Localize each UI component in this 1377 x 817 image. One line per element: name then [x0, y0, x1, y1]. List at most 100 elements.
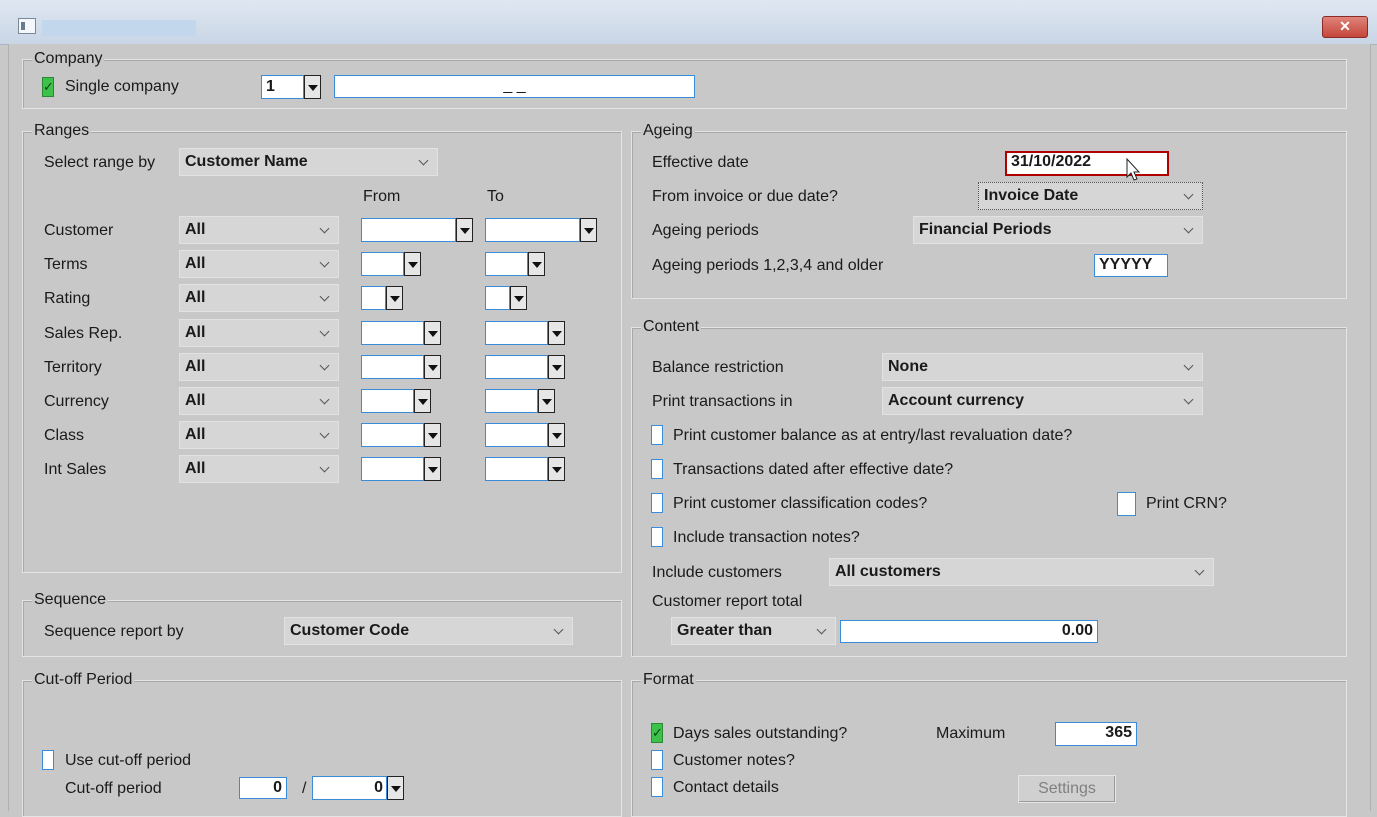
range-from-territory-dropdown-icon[interactable] [424, 355, 441, 379]
range-label-terms: Terms [44, 256, 88, 273]
range-combo-sales-rep[interactable]: All [179, 319, 339, 347]
company-number-lookup[interactable]: 1 [261, 75, 321, 99]
range-combo-currency[interactable]: All [179, 387, 339, 415]
range-from-terms-dropdown-icon[interactable] [404, 252, 421, 276]
range-from-terms-field[interactable] [361, 252, 404, 276]
window-icon[interactable] [18, 18, 36, 34]
range-from-currency-dropdown-icon[interactable] [414, 389, 431, 413]
range-from-territory-field[interactable] [361, 355, 424, 379]
range-from-class-field[interactable] [361, 423, 424, 447]
range-from-rating-field[interactable] [361, 286, 386, 310]
range-to-customer[interactable] [485, 218, 597, 242]
include-customers-combo[interactable]: All customers [829, 558, 1214, 586]
title-bar [0, 0, 1377, 45]
range-to-terms-field[interactable] [485, 252, 528, 276]
range-to-territory-field[interactable] [485, 355, 548, 379]
range-from-currency-field[interactable] [361, 389, 414, 413]
range-to-class[interactable] [485, 423, 565, 447]
classification-codes-label: Print customer classification codes? [673, 495, 928, 512]
range-to-sales-rep-dropdown-icon[interactable] [548, 321, 565, 345]
ageing-older-field[interactable]: YYYYY [1094, 254, 1168, 277]
range-label-territory: Territory [44, 359, 102, 376]
range-from-terms[interactable] [361, 252, 421, 276]
range-from-class-dropdown-icon[interactable] [424, 423, 441, 447]
transaction-notes-checkbox[interactable] [651, 527, 663, 547]
range-to-terms[interactable] [485, 252, 545, 276]
range-to-territory-dropdown-icon[interactable] [548, 355, 565, 379]
range-from-sales-rep-field[interactable] [361, 321, 424, 345]
classification-codes-checkbox[interactable] [651, 493, 663, 513]
range-from-int-sales[interactable] [361, 457, 441, 481]
cutoff-period-field[interactable]: 0 [239, 777, 287, 799]
report-total-operator-combo[interactable]: Greater than [671, 617, 836, 645]
cutoff-year-dropdown-icon[interactable] [387, 776, 404, 800]
range-from-customer-field[interactable] [361, 218, 456, 242]
single-company-checkbox[interactable]: ✓ [42, 77, 54, 97]
range-to-customer-dropdown-icon[interactable] [580, 218, 597, 242]
range-from-class[interactable] [361, 423, 441, 447]
balance-restriction-combo[interactable]: None [882, 353, 1203, 381]
customer-notes-checkbox[interactable] [651, 750, 663, 770]
range-to-customer-field[interactable] [485, 218, 580, 242]
after-effective-checkbox[interactable] [651, 459, 663, 479]
select-range-combo[interactable]: Customer Name [179, 148, 438, 176]
range-to-int-sales[interactable] [485, 457, 565, 481]
use-cutoff-checkbox[interactable] [42, 750, 54, 770]
cutoff-year-field[interactable]: 0 [312, 776, 387, 800]
range-from-territory[interactable] [361, 355, 441, 379]
range-from-rating-dropdown-icon[interactable] [386, 286, 403, 310]
ageing-periods-combo[interactable]: Financial Periods [913, 216, 1203, 244]
print-in-label: Print transactions in [652, 393, 793, 410]
company-name-field[interactable]: _ _ [334, 75, 695, 98]
range-to-currency-dropdown-icon[interactable] [538, 389, 555, 413]
balance-restriction-label: Balance restriction [652, 359, 784, 376]
range-to-int-sales-dropdown-icon[interactable] [548, 457, 565, 481]
range-from-customer-dropdown-icon[interactable] [456, 218, 473, 242]
print-in-combo[interactable]: Account currency [882, 387, 1203, 415]
cutoff-period-label: Cut-off period [65, 780, 162, 797]
sequence-combo[interactable]: Customer Code [284, 617, 573, 645]
dso-checkbox[interactable]: ✓ [651, 723, 663, 743]
contact-details-checkbox[interactable] [651, 777, 663, 797]
range-combo-terms[interactable]: All [179, 250, 339, 278]
range-from-int-sales-dropdown-icon[interactable] [424, 457, 441, 481]
invoice-due-combo[interactable]: Invoice Date [978, 182, 1203, 210]
range-from-rating[interactable] [361, 286, 403, 310]
range-to-sales-rep[interactable] [485, 321, 565, 345]
range-from-currency[interactable] [361, 389, 431, 413]
range-to-terms-dropdown-icon[interactable] [528, 252, 545, 276]
range-to-rating[interactable] [485, 286, 527, 310]
range-to-rating-field[interactable] [485, 286, 510, 310]
range-to-territory[interactable] [485, 355, 565, 379]
cutoff-year-lookup[interactable]: 0 [312, 776, 404, 800]
range-from-sales-rep[interactable] [361, 321, 441, 345]
range-combo-rating[interactable]: All [179, 284, 339, 312]
range-from-int-sales-field[interactable] [361, 457, 424, 481]
range-to-int-sales-field[interactable] [485, 457, 548, 481]
balance-revaluation-checkbox[interactable] [651, 425, 663, 445]
range-combo-customer[interactable]: All [179, 216, 339, 244]
print-crn-checkbox[interactable] [1117, 492, 1136, 516]
range-combo-class[interactable]: All [179, 421, 339, 449]
report-total-label: Customer report total [652, 593, 803, 610]
range-combo-int-sales[interactable]: All [179, 455, 339, 483]
report-total-value-field[interactable]: 0.00 [840, 620, 1098, 643]
range-from-sales-rep-dropdown-icon[interactable] [424, 321, 441, 345]
range-to-currency[interactable] [485, 389, 555, 413]
company-number-dropdown-icon[interactable] [304, 75, 321, 99]
company-number-field[interactable]: 1 [261, 75, 304, 99]
settings-button[interactable]: Settings [1018, 775, 1116, 803]
range-to-class-field[interactable] [485, 423, 548, 447]
single-company-label: Single company [65, 78, 179, 95]
maximum-field[interactable]: 365 [1055, 722, 1137, 746]
range-to-sales-rep-field[interactable] [485, 321, 548, 345]
range-to-class-dropdown-icon[interactable] [548, 423, 565, 447]
range-to-rating-dropdown-icon[interactable] [510, 286, 527, 310]
ageing-periods-label: Ageing periods [652, 222, 759, 239]
range-from-customer[interactable] [361, 218, 473, 242]
range-label-class: Class [44, 427, 85, 444]
close-button[interactable]: ✕ [1322, 16, 1368, 38]
effective-date-field[interactable]: 31/10/2022 [1005, 151, 1169, 176]
range-to-currency-field[interactable] [485, 389, 538, 413]
range-combo-territory[interactable]: All [179, 353, 339, 381]
